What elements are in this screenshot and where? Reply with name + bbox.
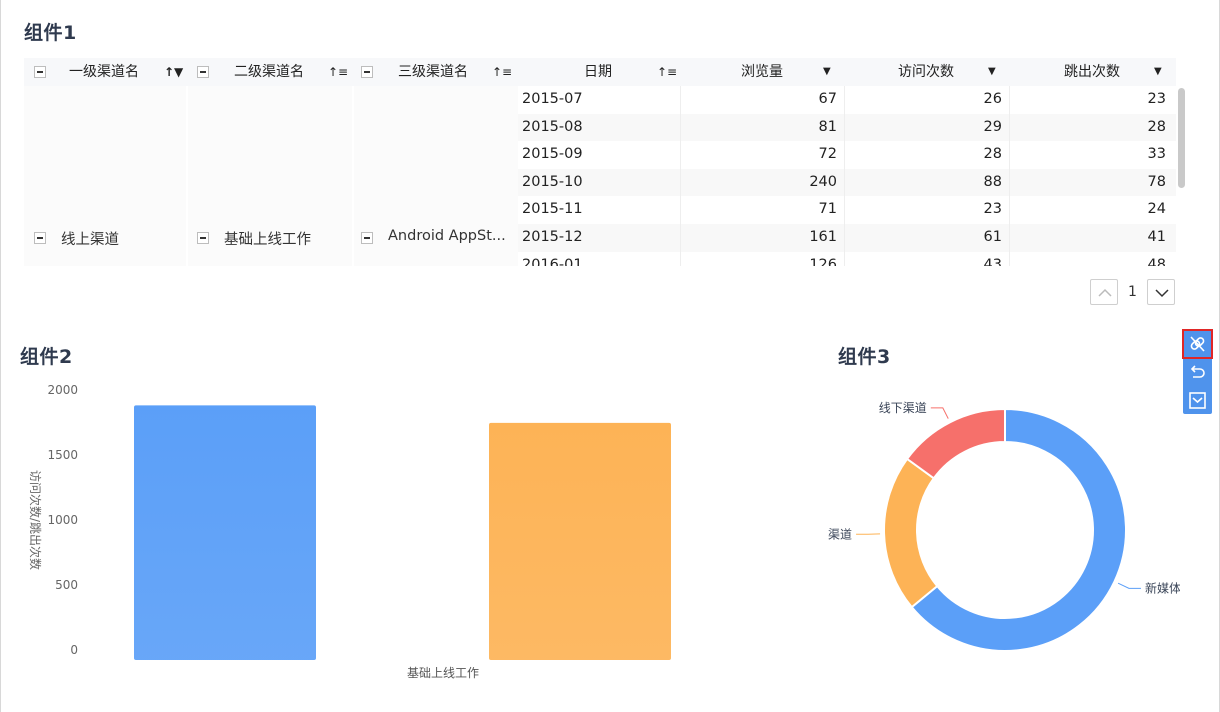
component3-title: 组件3 — [838, 346, 891, 368]
donut-slice-2[interactable] — [883, 457, 939, 609]
bounces-cell: 28 — [1147, 118, 1166, 135]
date-cell: 2015-11 — [522, 201, 583, 218]
dropdown-icon[interactable]: ▼ — [1154, 58, 1162, 86]
views-cell: 240 — [809, 173, 837, 190]
visits-cell: 43 — [983, 256, 1002, 266]
table-scrollbar[interactable] — [1178, 88, 1185, 188]
visits-cell: 88 — [983, 173, 1002, 190]
date-cell: 2015-07 — [522, 91, 583, 107]
collapse-panel-button[interactable] — [1183, 386, 1212, 414]
level1-value: 线上渠道 — [61, 232, 119, 248]
donut-chart: 新媒体 渠道 线下渠道 — [828, 401, 1180, 652]
donut-slice-3[interactable] — [905, 407, 1006, 480]
chevron-down-icon — [1155, 289, 1169, 298]
sort-icon[interactable]: ↑≡ — [328, 58, 348, 86]
sort-icon[interactable]: ↑≡ — [657, 58, 677, 86]
page-down-button[interactable] — [1147, 279, 1175, 305]
slice-label-line — [930, 407, 949, 419]
date-cell: 2015-09 — [522, 146, 583, 163]
header-visits: 访问次数 — [898, 64, 954, 80]
views-cell: 67 — [818, 91, 837, 107]
table-row: 2015-07 67 26 23 — [518, 86, 1176, 114]
bar-chart: 0 500 1000 1500 2000 访问次数/跳出次数基础上线工作 — [28, 383, 671, 680]
visits-cell: 23 — [983, 201, 1002, 218]
bounces-cell: 48 — [1147, 256, 1166, 266]
header-level2: 二级渠道名 — [234, 64, 304, 80]
header-views: 浏览量 — [741, 64, 783, 80]
slice-label: 新媒体 — [1145, 580, 1180, 595]
slice-label: 线下渠道 — [879, 401, 927, 415]
collapse-level2-button[interactable] — [197, 66, 209, 78]
table-row: 2016-01 126 43 48 — [518, 252, 1176, 266]
date-cell: 2015-12 — [522, 229, 583, 245]
views-cell: 71 — [818, 201, 837, 218]
dropdown-icon[interactable]: ▼ — [988, 58, 996, 86]
undo-icon — [1190, 365, 1205, 378]
collapse-icon — [1189, 392, 1206, 409]
component1-title: 组件1 — [24, 22, 77, 44]
pivot-table: 一级渠道名 ↑▼ 二级渠道名 ↑≡ 三级渠道名 ↑≡ 日期 ↑≡ 浏览量 ▼ 访… — [24, 58, 1176, 266]
views-cell: 81 — [818, 118, 837, 135]
page-up-button[interactable] — [1090, 279, 1118, 305]
y-tick-label: 1500 — [47, 448, 78, 462]
bar-series-2[interactable] — [489, 422, 671, 660]
visits-cell: 28 — [983, 146, 1002, 163]
bounces-cell: 24 — [1147, 201, 1166, 218]
header-level1: 一级渠道名 — [69, 64, 139, 80]
collapse-row-level1[interactable] — [34, 232, 46, 244]
collapse-row-level2[interactable] — [197, 232, 209, 244]
y-tick-label: 2000 — [47, 383, 78, 397]
level2-value: 基础上线工作 — [224, 232, 311, 248]
table-row: 2015-11 71 23 24 — [518, 196, 1176, 224]
side-toolbar — [1182, 329, 1213, 414]
bar-series-1[interactable] — [134, 405, 316, 660]
views-cell: 126 — [809, 256, 837, 266]
collapse-level3-button[interactable] — [361, 66, 373, 78]
visits-cell: 26 — [983, 91, 1002, 107]
header-date: 日期 — [584, 64, 612, 80]
views-cell: 72 — [818, 146, 837, 163]
bounces-cell: 41 — [1147, 229, 1166, 245]
views-cell: 161 — [809, 229, 837, 245]
slice-label-line — [1117, 582, 1141, 589]
column-divider — [680, 86, 681, 266]
y-tick-label: 1000 — [47, 513, 78, 527]
y-axis-label: 访问次数/跳出次数 — [28, 470, 43, 570]
date-cell: 2015-10 — [522, 173, 583, 190]
chevron-up-icon — [1098, 288, 1112, 297]
slice-label: 渠道 — [828, 527, 852, 541]
bounces-cell: 78 — [1147, 173, 1166, 190]
table-row: 2015-09 72 28 33 — [518, 141, 1176, 169]
table-row: 2015-10 240 88 78 — [518, 168, 1176, 197]
y-tick-label: 500 — [55, 578, 78, 592]
collapse-level1-button[interactable] — [34, 66, 46, 78]
page-number: 1 — [1128, 284, 1137, 300]
filter-sort-icon[interactable]: ↑▼ — [164, 58, 183, 86]
x-tick-label: 基础上线工作 — [407, 666, 479, 680]
table-row: 2015-12 161 61 41 — [518, 224, 1176, 252]
component2-title: 组件2 — [20, 346, 73, 368]
bounces-cell: 23 — [1147, 91, 1166, 107]
bounces-cell: 33 — [1147, 146, 1166, 163]
column-divider — [844, 86, 845, 266]
sort-icon[interactable]: ↑≡ — [492, 58, 512, 86]
dropdown-icon[interactable]: ▼ — [823, 58, 831, 86]
level3-value: Android AppSt... — [388, 228, 506, 244]
date-cell: 2015-08 — [522, 118, 583, 135]
y-tick-label: 0 — [70, 643, 78, 657]
unlink-icon — [1190, 336, 1205, 352]
column-divider — [1009, 86, 1010, 266]
header-level3: 三级渠道名 — [398, 64, 468, 80]
table-row: 2015-08 81 29 28 — [518, 113, 1176, 142]
date-cell: 2016-01 — [522, 256, 583, 266]
visits-cell: 61 — [983, 229, 1002, 245]
header-bounces: 跳出次数 — [1064, 64, 1120, 80]
undo-button[interactable] — [1183, 358, 1212, 386]
collapse-row-level3[interactable] — [361, 232, 373, 244]
visits-cell: 29 — [983, 118, 1002, 135]
unlink-button[interactable] — [1182, 329, 1213, 359]
